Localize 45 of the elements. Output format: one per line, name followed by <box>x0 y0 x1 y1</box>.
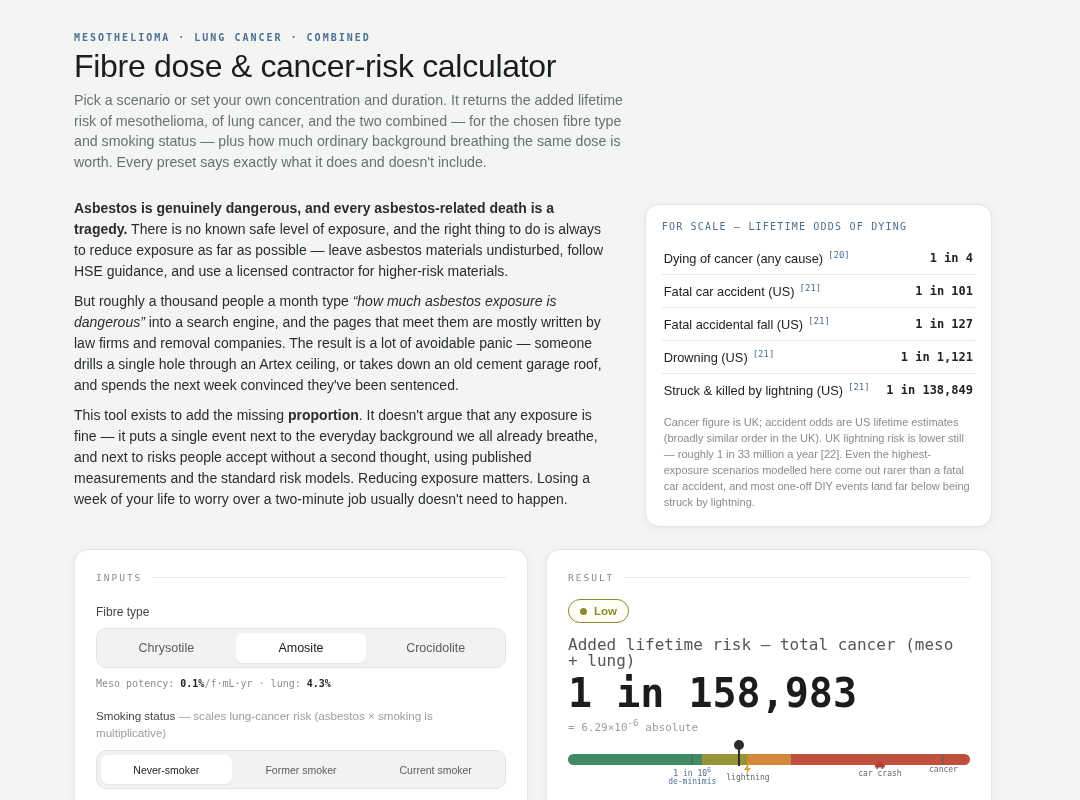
scale-label: car crash <box>858 769 902 778</box>
risk-badge: Low <box>568 599 629 623</box>
citation-mark: [21] <box>752 348 775 359</box>
odds-label: Drowning (US) <box>663 349 748 365</box>
odds-value: 1 in 101 <box>915 284 973 298</box>
smoking-option[interactable]: Current smoker <box>370 755 501 784</box>
citation-mark: [21] <box>799 282 822 293</box>
fibre-option[interactable]: Amosite <box>235 633 367 663</box>
eyebrow-label: MESOTHELIOMA · LUNG CANCER · COMBINED <box>74 32 371 43</box>
section-heading: INPUTS <box>96 572 143 583</box>
result-caption: Added lifetime risk — total cancer (meso + lung) <box>568 637 955 669</box>
citation-mark: [20] <box>828 249 850 260</box>
odds-label: Struck & killed by lightning (US) <box>663 382 843 398</box>
lead-paragraph: Pick a scenario or set your own concentration and duration. It returns the added lifetime risk of mesothelioma, of lung cancer, and the two combined — for the chosen fibre type and smoking status — plus how much ordinary background breathing the same dose is worth. Every preset says exactly what it does and doesn't include. <box>74 91 624 172</box>
odds-label: Dying of cancer (any cause) <box>663 250 824 266</box>
potency-readout: Meso potency: 0.1%/f·mL·yr · lung: 4.3% <box>96 678 332 689</box>
intro-paragraph: This tool exists to add the missing proportion. It doesn't argue that any exposure is fine — it puts a single event next to the everyday background we all already breathe, and next to risks people accept without a second thought, using published measurements and the standard risk models. Reducing exposure matters. Losing a week of your life to worry over a two-minute job usually doesn't need to happen. <box>74 406 599 509</box>
odds-label: Fatal accidental fall (US) <box>663 316 804 332</box>
footnote-text: Cancer figure is UK; accident odds are US lifetime estimates (broadly similar order in the UK). UK lightning risk is lower still — roughly 1 in 33 million a year [22]. Even the highest-exposure scenarios modelled here come out rarer than a fatal car accident, and most one-off DIY events land far below being struck by lightning. <box>663 415 971 510</box>
scale-label: lightning <box>726 773 770 782</box>
odds-label: Fatal car accident (US) <box>663 283 795 299</box>
fibre-option[interactable]: Crocidolite <box>370 633 501 663</box>
absolute-risk: = 6.29×10$^{-6}$ absolute <box>568 717 699 734</box>
risk-odds: 1 in 158,983 <box>568 671 857 715</box>
scale-label: 1 in 10$^{6}$ <box>673 765 712 778</box>
scale-label: cancer <box>929 765 958 774</box>
intro-paragraph: Asbestos is genuinely dangerous, and every asbestos-related death is a tragedy. There is no known safe level of exposure, and the right thing to do is always to reduce exposure as far as possible — leave asbestos materials undisturbed, follow HSE guidance, and use a licensed contractor for higher-risk materials. <box>74 199 605 281</box>
odds-value: 1 in 4 <box>929 251 973 265</box>
car-icon <box>874 761 886 769</box>
page-title: Fibre dose & cancer-risk calculator <box>74 48 557 85</box>
lightning-icon <box>743 763 753 774</box>
odds-value: 1 in 1,121 <box>900 350 973 364</box>
citation-mark: [21] <box>847 381 870 392</box>
odds-value: 1 in 127 <box>915 317 973 331</box>
card-heading: FOR SCALE — LIFETIME ODDS OF DYING <box>661 221 908 232</box>
intro-paragraph: But roughly a thousand people a month type “how much asbestos exposure is dangerous” into a search engine, and the pages that meet them are mostly written by law firms and removal companies. The result is a lot of avoidable panic — someone drills a single hole through an Artex ceiling, or takes down an old cement garage roof, and spends the next week convinced they've been sentenced. <box>74 292 603 395</box>
scale-label: de-minimis <box>668 778 717 787</box>
citation-mark: [21] <box>808 315 830 326</box>
smoking-option[interactable]: Never-smoker <box>101 755 232 784</box>
odds-value: 1 in 138,849 <box>886 383 973 397</box>
smoking-option[interactable]: Former smoker <box>235 755 367 784</box>
section-heading: RESULT <box>568 572 615 583</box>
field-label: Smoking status — scales lung-cancer risk (asbestos × smoking is multiplicative) <box>96 708 434 741</box>
fibre-option[interactable]: Chrysotile <box>101 633 232 663</box>
field-label: Fibre type <box>96 605 150 619</box>
